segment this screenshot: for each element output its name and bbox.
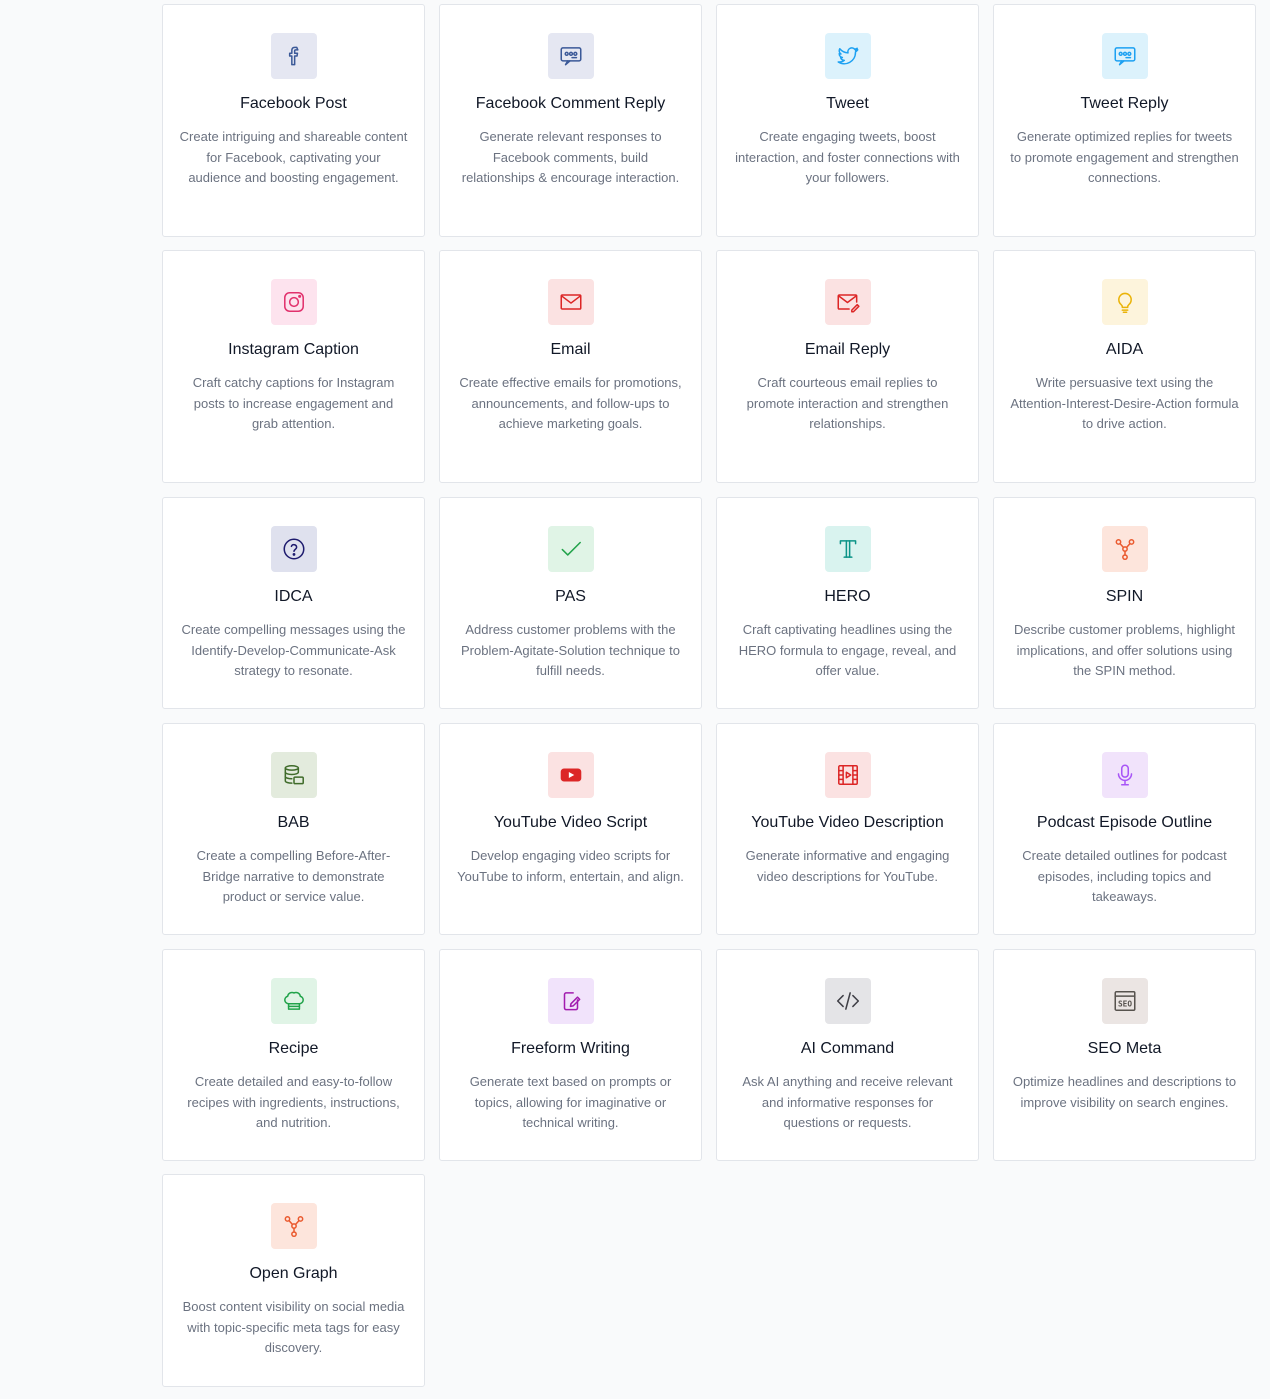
card-title: Podcast Episode Outline [1036, 814, 1213, 831]
writing-icon [547, 978, 594, 1024]
typography-icon [824, 526, 871, 572]
card-description: Create detailed outlines for podcast epi… [1022, 848, 1227, 905]
template-card[interactable]: YouTube Video Script Develop engaging vid… [439, 723, 702, 935]
template-grid: Facebook Post Create intriguing and share… [0, 0, 1270, 1399]
template-card[interactable]: Facebook Comment Reply Generate relevant … [439, 4, 702, 237]
film-icon [824, 752, 871, 798]
card-title: Facebook Post [240, 95, 347, 112]
nodes-icon [270, 1203, 317, 1249]
card-description: Generate informative and engaging video … [745, 848, 950, 884]
card-title: Tweet [826, 95, 869, 112]
card-title: YouTube Video Description [751, 814, 944, 831]
card-title: AI Command [800, 1040, 895, 1057]
card-description: Create engaging tweets, boost interactio… [735, 129, 960, 186]
comment-reply-icon [547, 33, 594, 79]
database-stack-icon [270, 752, 317, 798]
template-card[interactable]: Open Graph Boost content visibility on so… [162, 1174, 425, 1387]
card-description: Boost content visibility on social media… [182, 1299, 405, 1356]
card-title: SPIN [1105, 588, 1144, 605]
card-title: HERO [824, 588, 871, 605]
template-card[interactable]: Email Create effective emails for promoti… [439, 250, 702, 483]
card-description: Address customer problems with the Probl… [461, 622, 680, 679]
template-card[interactable]: Email Reply Craft courteous email replies… [716, 250, 979, 483]
template-card[interactable]: AIDA Write persuasive text using the Atte… [993, 250, 1256, 483]
nodes-icon [1101, 526, 1148, 572]
template-card[interactable]: Tweet Create engaging tweets, boost inter… [716, 4, 979, 237]
mail-icon [547, 279, 594, 325]
card-description: Create compelling messages using the Ide… [181, 622, 406, 679]
card-title: Instagram Caption [228, 341, 359, 358]
check-icon [547, 526, 594, 572]
question-circle-icon [270, 526, 317, 572]
chef-hat-icon [270, 978, 317, 1024]
card-title: BAB [277, 814, 310, 831]
mail-reply-icon [824, 279, 871, 325]
template-card[interactable]: AI Command Ask AI anything and receive re… [716, 949, 979, 1161]
card-title: PAS [555, 588, 586, 605]
card-title: AIDA [1105, 341, 1144, 358]
card-title: Recipe [268, 1040, 319, 1057]
template-card[interactable]: YouTube Video Description Generate inform… [716, 723, 979, 935]
svg-text:SEO: SEO [1117, 999, 1131, 1008]
card-description: Create intriguing and shareable content … [179, 129, 408, 186]
card-description: Generate text based on prompts or topics… [469, 1074, 672, 1131]
card-description: Craft catchy captions for Instagram post… [192, 375, 395, 432]
card-description: Create detailed and easy-to-follow recip… [187, 1074, 400, 1131]
microphone-icon [1101, 752, 1148, 798]
youtube-icon [547, 752, 594, 798]
template-card[interactable]: IDCA Create compelling messages using the… [162, 497, 425, 709]
card-description: Create a compelling Before-After-Bridge … [196, 848, 391, 905]
lightbulb-icon [1101, 279, 1148, 325]
card-title: Open Graph [249, 1265, 338, 1282]
template-card[interactable]: PAS Address customer problems with the Pr… [439, 497, 702, 709]
seo-icon: SEO [1101, 978, 1148, 1024]
card-title: Tweet Reply [1080, 95, 1169, 112]
card-title: Facebook Comment Reply [475, 95, 666, 112]
template-card[interactable]: HERO Craft captivating headlines using th… [716, 497, 979, 709]
card-description: Write persuasive text using the Attentio… [1010, 375, 1239, 432]
template-card[interactable]: Recipe Create detailed and easy-to-follow… [162, 949, 425, 1161]
card-title: IDCA [274, 588, 313, 605]
instagram-icon [270, 279, 317, 325]
facebook-icon [270, 33, 317, 79]
template-card[interactable]: SEO SEO Meta Optimize headlines and descri… [993, 949, 1256, 1161]
template-card[interactable]: Tweet Reply Generate optimized replies fo… [993, 4, 1256, 237]
card-title: Email Reply [804, 341, 891, 358]
card-description: Craft captivating headlines using the HE… [738, 622, 957, 679]
card-description: Create effective emails for promotions, … [459, 375, 682, 432]
twitter-icon [824, 33, 871, 79]
card-title: Freeform Writing [511, 1040, 630, 1057]
card-description: Describe customer problems, highlight im… [1013, 622, 1236, 679]
card-title: Email [550, 341, 591, 358]
template-card[interactable]: SPIN Describe customer problems, highligh… [993, 497, 1256, 709]
card-description: Generate optimized replies for tweets to… [1010, 129, 1239, 186]
card-description: Craft courteous email replies to promote… [746, 375, 949, 432]
template-card[interactable]: BAB Create a compelling Before-After-Brid… [162, 723, 425, 935]
template-card[interactable]: Facebook Post Create intriguing and share… [162, 4, 425, 237]
card-description: Develop engaging video scripts for YouTu… [457, 848, 684, 884]
tweet-reply-icon [1101, 33, 1148, 79]
card-description: Ask AI anything and receive relevant and… [742, 1074, 953, 1131]
card-description: Optimize headlines and descriptions to i… [1012, 1074, 1237, 1110]
card-title: SEO Meta [1087, 1040, 1162, 1057]
template-card[interactable]: Freeform Writing Generate text based on p… [439, 949, 702, 1161]
template-card[interactable]: Podcast Episode Outline Create detailed o… [993, 723, 1256, 935]
template-card[interactable]: Instagram Caption Craft catchy captions f… [162, 250, 425, 483]
card-description: Generate relevant responses to Facebook … [461, 129, 680, 186]
card-title: YouTube Video Script [493, 814, 648, 831]
code-icon [824, 978, 871, 1024]
